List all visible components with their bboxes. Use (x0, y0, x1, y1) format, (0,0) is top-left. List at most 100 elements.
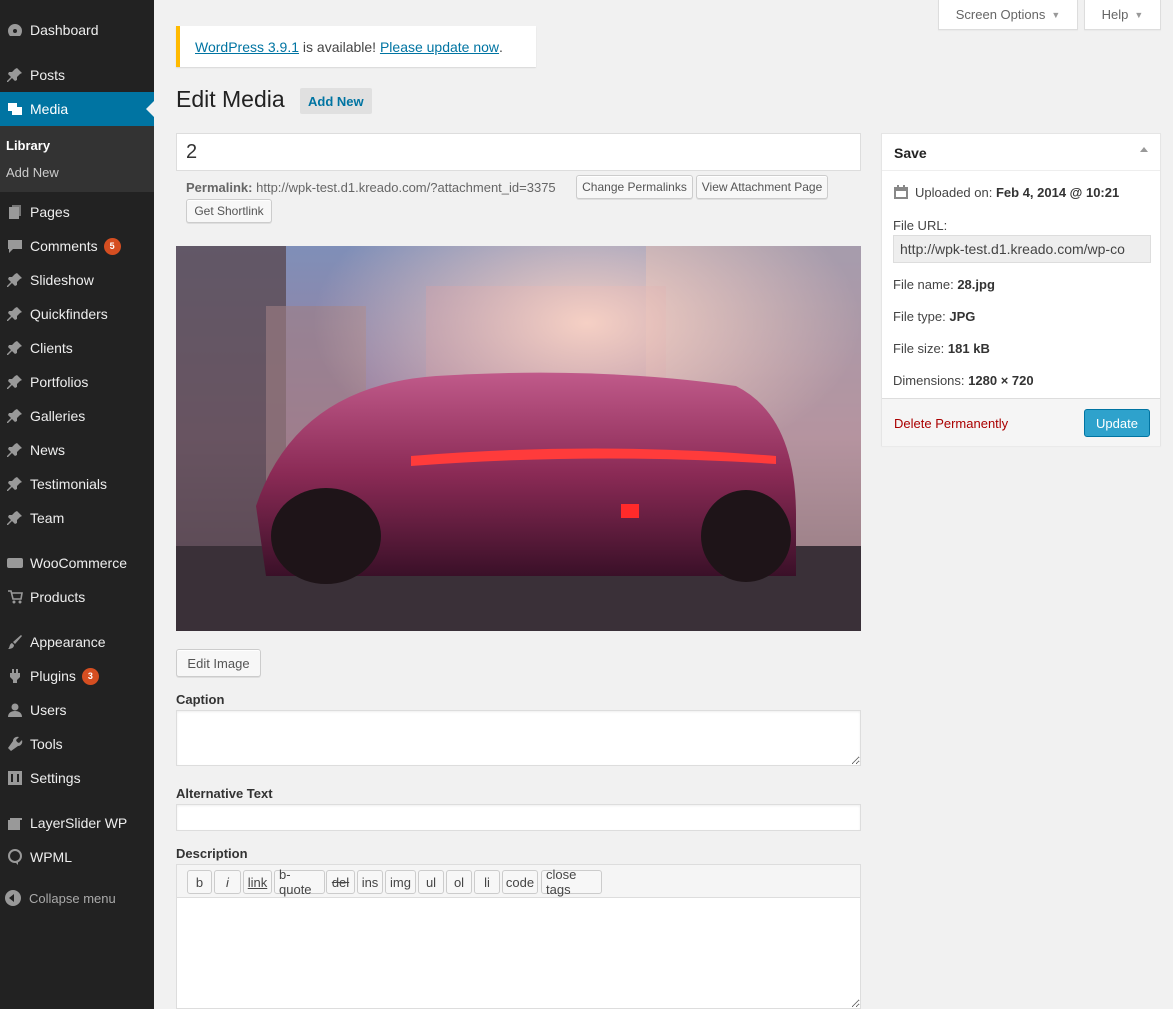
sidebar-item-portfolios[interactable]: Portfolios (0, 365, 154, 399)
sidebar-item-label: Team (30, 510, 65, 526)
update-notice: WordPress 3.9.1 is available! Please upd… (176, 26, 536, 67)
quicktag-close-tags-button[interactable]: close tags (541, 867, 602, 897)
quicktag-code-button[interactable]: code (502, 870, 538, 894)
add-new-button[interactable]: Add New (300, 88, 372, 114)
delete-permanently-link[interactable]: Delete Permanently (894, 416, 1008, 431)
quicktag-ul-button[interactable]: ul (418, 870, 444, 894)
file-name-label: File name: (893, 277, 954, 292)
save-title: Save (894, 145, 927, 161)
sidebar-item-label: Comments (30, 238, 98, 254)
caption-label: Caption (176, 692, 225, 707)
sidebar-item-users[interactable]: Users (0, 693, 154, 727)
sidebar-item-label: Settings (30, 770, 81, 786)
save-metabox: Save Uploaded on: Feb 4, 2014 @ 10:21 Fi… (881, 133, 1161, 446)
sidebar-item-quickfinders[interactable]: Quickfinders (0, 297, 154, 331)
file-type-value: JPG (949, 309, 976, 324)
quicktag-i-button[interactable]: i (214, 870, 241, 894)
dimensions-value: 1280 × 720 (968, 373, 1034, 388)
sidebar-item-label: News (30, 442, 66, 458)
sidebar-item-slideshow[interactable]: Slideshow (0, 263, 154, 297)
sidebar-item-posts[interactable]: Posts (0, 58, 154, 92)
edit-image-button[interactable]: Edit Image (176, 649, 261, 677)
file-url-field[interactable]: http://wpk-test.d1.kreado.com/wp-co (893, 235, 1151, 263)
pin-icon (0, 476, 30, 492)
sidebar-item-wpml[interactable]: WPML (0, 840, 154, 874)
sidebar-item-label: Testimonials (30, 476, 108, 492)
media-submenu: Library Add New (0, 126, 154, 192)
calendar-icon (894, 185, 908, 199)
quicktag-li-button[interactable]: li (474, 870, 500, 894)
comment-icon (0, 238, 30, 254)
sidebar-item-plugins[interactable]: Plugins 3 (0, 659, 154, 693)
media-icon (0, 101, 30, 117)
uploaded-label: Uploaded on: (915, 184, 993, 200)
pages-icon (0, 204, 30, 220)
description-label: Description (176, 846, 248, 861)
collapse-arrow-icon[interactable] (1140, 147, 1148, 152)
sidebar-item-news[interactable]: News (0, 433, 154, 467)
submenu-library[interactable]: Library (6, 138, 50, 153)
caption-field[interactable] (176, 710, 861, 766)
screen-options-button[interactable]: Screen Options ▼ (938, 0, 1078, 30)
help-label: Help (1101, 7, 1129, 22)
help-button[interactable]: Help ▼ (1084, 0, 1161, 30)
quicktag-b-quote-button[interactable]: b-quote (274, 867, 325, 897)
sidebar-item-comments[interactable]: Comments 5 (0, 229, 154, 263)
sidebar-item-media[interactable]: Media (0, 92, 154, 126)
save-footer: Delete Permanently Update (882, 398, 1160, 446)
sidebar-item-settings[interactable]: Settings (0, 761, 154, 795)
settings-icon (0, 770, 30, 786)
file-size-row: File size: 181 kB (893, 341, 990, 356)
sidebar-item-label: Products (30, 589, 86, 605)
pin-icon (0, 67, 30, 83)
get-shortlink-button[interactable]: Get Shortlink (186, 199, 272, 223)
sidebar-item-tools[interactable]: Tools (0, 727, 154, 761)
change-permalinks-button[interactable]: Change Permalinks (576, 175, 693, 199)
permalink-url[interactable]: http://wpk-test.d1.kreado.com/?attachmen… (256, 180, 556, 195)
sidebar-item-products[interactable]: Products (0, 580, 154, 614)
pin-icon (0, 306, 30, 322)
sidebar-item-appearance[interactable]: Appearance (0, 625, 154, 659)
title-input[interactable] (176, 133, 861, 171)
sidebar-item-pages[interactable]: Pages (0, 195, 154, 229)
dashboard-icon (0, 22, 30, 38)
quicktags-toolbar: b i link b-quote del ins img ul ol li code close ta… (176, 864, 861, 898)
sidebar-item-label: Plugins (30, 668, 76, 684)
quicktag-del-button[interactable]: del (326, 870, 355, 894)
sidebar-item-layerslider-wp[interactable]: LayerSlider WP (0, 806, 154, 840)
update-link[interactable]: Please update now (380, 39, 499, 55)
pin-icon (0, 408, 30, 424)
quicktag-ol-button[interactable]: ol (446, 870, 472, 894)
dropdown-arrow-icon: ▼ (1134, 9, 1144, 20)
submenu-add-new[interactable]: Add New (6, 165, 59, 180)
sidebar-item-label: Tools (30, 736, 63, 752)
layers-icon (0, 815, 30, 831)
sidebar-item-label: Slideshow (30, 272, 94, 288)
file-size-value: 181 kB (947, 341, 990, 356)
view-attachment-page-button[interactable]: View Attachment Page (696, 175, 828, 199)
sidebar-item-label: Galleries (30, 408, 86, 424)
alt-text-field[interactable] (176, 804, 861, 831)
quicktag-ins-button[interactable]: ins (357, 870, 383, 894)
sidebar-item-label: Dashboard (30, 22, 99, 38)
uploaded-value: Feb 4, 2014 @ 10:21 (995, 184, 1120, 200)
sidebar-item-team[interactable]: Team (0, 501, 154, 535)
file-name-value: 28.jpg (957, 277, 995, 292)
sidebar-item-dashboard[interactable]: Dashboard (0, 13, 154, 47)
sidebar-item-clients[interactable]: Clients (0, 331, 154, 365)
cart-icon (0, 589, 30, 605)
version-link[interactable]: WordPress 3.9.1 (195, 39, 299, 55)
sidebar-item-woocommerce[interactable]: WooCommerce (0, 546, 154, 580)
file-name-row: File name: 28.jpg (893, 277, 995, 292)
quicktag-img-button[interactable]: img (385, 870, 416, 894)
sidebar-item-galleries[interactable]: Galleries (0, 399, 154, 433)
collapse-menu[interactable]: Collapse menu (0, 890, 116, 906)
quicktag-b-button[interactable]: b (187, 870, 212, 894)
sidebar-item-testimonials[interactable]: Testimonials (0, 467, 154, 501)
quicktag-link-button[interactable]: link (243, 870, 272, 894)
update-button[interactable]: Update (1084, 409, 1150, 437)
description-field[interactable] (176, 897, 861, 1009)
sidebar-item-label: Appearance (30, 634, 106, 650)
save-metabox-header[interactable]: Save (882, 134, 1160, 171)
sidebar-item-label: Posts (30, 67, 66, 83)
